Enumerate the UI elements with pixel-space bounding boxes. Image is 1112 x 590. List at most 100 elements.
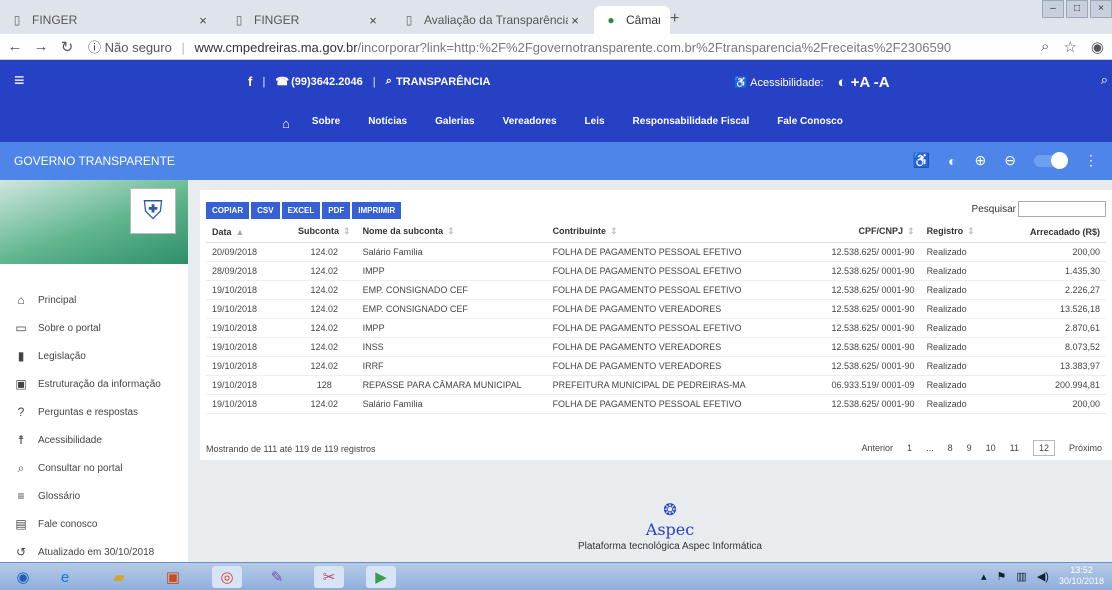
header-search-icon[interactable]: ⌕ xyxy=(1101,72,1108,88)
clock[interactable]: 13:52 30/10/2018 xyxy=(1059,565,1104,587)
table-info: Mostrando de 111 até 119 de 119 registro… xyxy=(206,444,376,454)
info-icon[interactable]: ⓘ xyxy=(88,40,101,55)
pdf-button[interactable]: PDF xyxy=(322,202,351,219)
page-button[interactable]: 9 xyxy=(967,443,972,453)
contrast-icon[interactable]: ◐ xyxy=(838,74,847,91)
browser-tab[interactable]: ▯ FINGER × xyxy=(222,6,390,34)
column-header[interactable]: Contribuinte ⇕ xyxy=(546,222,811,243)
nav-galerias[interactable]: Galerias xyxy=(435,116,474,131)
minimize-button[interactable]: – xyxy=(1042,0,1064,18)
table-row: 19/10/2018 124.02 IRRF FOLHA DE PAGAMENTO V… xyxy=(206,356,1106,376)
nav-leis[interactable]: Leis xyxy=(585,116,605,131)
maximize-button[interactable]: □ xyxy=(1066,0,1088,18)
more-icon[interactable]: ⋮ xyxy=(1084,152,1098,169)
star-icon[interactable]: ☆ xyxy=(1063,38,1076,56)
sidebar-item-acessibilidade[interactable]: ☨ Acessibilidade xyxy=(0,426,188,454)
copy-button[interactable]: COPIAR xyxy=(206,202,250,219)
office-icon[interactable]: ▣ xyxy=(158,566,188,588)
csv-button[interactable]: CSV xyxy=(251,202,280,219)
print-button[interactable]: IMPRIMIR xyxy=(352,202,402,219)
next-page-button[interactable]: Próximo xyxy=(1069,443,1102,453)
snipping-icon[interactable]: ✂ xyxy=(314,566,344,588)
contrast-icon[interactable]: ◐ xyxy=(948,153,956,169)
browser-tab[interactable]: ▯ FINGER × xyxy=(0,6,220,34)
page-button[interactable]: 8 xyxy=(948,443,953,453)
nav-noticias[interactable]: Notícias xyxy=(368,116,407,131)
sidebar-item-glossario[interactable]: ≡ Glossário xyxy=(0,482,188,510)
sidebar-item-sobre-o-portal[interactable]: ▭ Sobre o portal xyxy=(0,314,188,342)
new-tab-button[interactable]: + xyxy=(670,10,679,28)
back-icon[interactable]: ← xyxy=(4,38,26,55)
zoom-in-icon[interactable]: ⊕ xyxy=(975,152,987,169)
cell-subaccount: 124.02 xyxy=(292,299,357,319)
folder-icon[interactable]: ▰ xyxy=(104,566,134,588)
browser-tab[interactable]: ▯ Avaliação da Transparência dos / × xyxy=(392,6,592,34)
cell-amount: 13.383,97 xyxy=(996,356,1106,376)
column-header[interactable]: Arrecadado (R$) xyxy=(996,222,1106,243)
page-button[interactable]: 11 xyxy=(1010,443,1019,453)
close-icon[interactable]: × xyxy=(366,13,380,28)
nav-vereadores[interactable]: Vereadores xyxy=(503,116,557,131)
column-header[interactable]: Nome da subconta ⇕ xyxy=(356,222,547,243)
close-icon[interactable]: × xyxy=(196,13,210,28)
nav-responsabilidade-fiscal[interactable]: Responsabilidade Fiscal xyxy=(633,116,750,131)
transparency-tools: ♿ ◐ ⊕ ⊖ ⋮ xyxy=(913,151,1098,169)
chat-icon: ▤ xyxy=(15,517,27,531)
cell-subaccount: 124.02 xyxy=(292,280,357,300)
sort-icon: ⇕ xyxy=(343,226,351,237)
chrome-icon[interactable]: ◎ xyxy=(212,566,242,588)
cell-cpf-cnpj: 06.933.519/ 0001-09 xyxy=(810,375,921,395)
zoom-icon[interactable]: ⌕ xyxy=(1041,38,1049,56)
search-icon: ⌕ xyxy=(385,75,392,87)
volume-icon[interactable]: ◀) xyxy=(1037,570,1049,583)
column-header[interactable]: Data ▲ xyxy=(206,222,292,243)
excel-button[interactable]: EXCEL xyxy=(281,202,321,219)
folder-icon: ▭ xyxy=(15,321,27,335)
app-icon[interactable]: ▶ xyxy=(366,566,396,588)
zoom-out-icon[interactable]: ⊖ xyxy=(1004,152,1016,169)
page-icon: ▯ xyxy=(235,13,243,27)
home-icon[interactable]: ⌂ xyxy=(282,116,290,131)
column-label: Nome da subconta xyxy=(362,226,444,237)
transparency-link[interactable]: TRANSPARÊNCIA xyxy=(396,76,491,88)
forward-icon[interactable]: → xyxy=(30,38,52,55)
facebook-icon[interactable]: f xyxy=(248,74,252,89)
menu-icon[interactable]: ≡ xyxy=(14,70,25,91)
nav-fale-conosco[interactable]: Fale Conosco xyxy=(777,116,843,131)
sidebar-item-consultar[interactable]: ⌕ Consultar no portal xyxy=(0,454,188,482)
account-icon[interactable]: ◉ xyxy=(1091,38,1104,56)
paint-icon[interactable]: ✎ xyxy=(262,566,292,588)
close-window-button[interactable]: × xyxy=(1090,0,1112,18)
internet-explorer-icon[interactable]: e xyxy=(50,566,80,588)
reload-icon[interactable]: ↻ xyxy=(56,38,78,56)
search-input[interactable] xyxy=(1018,201,1106,217)
sidebar-item-fale-conosco[interactable]: ▤ Fale conosco xyxy=(0,510,188,538)
page-button[interactable]: 10 xyxy=(986,443,996,453)
table-row: 28/09/2018 124.02 IMPP FOLHA DE PAGAMENTO P… xyxy=(206,261,1106,281)
sidebar-item-estruturacao[interactable]: ▣ Estruturação da informação xyxy=(0,370,188,398)
wheelchair-icon[interactable]: ♿ xyxy=(913,152,930,169)
sidebar-item-principal[interactable]: ⌂ Principal xyxy=(0,286,188,314)
column-header[interactable]: CPF/CNPJ ⇕ xyxy=(810,222,921,243)
url-field[interactable]: ⓘ Não seguro | www.cmpedreiras.ma.gov.br… xyxy=(88,37,951,56)
prev-page-button[interactable]: Anterior xyxy=(862,443,894,453)
column-header[interactable]: Subconta ⇕ xyxy=(292,222,357,243)
close-icon[interactable]: × xyxy=(568,13,582,28)
start-icon[interactable]: ◉ xyxy=(8,566,38,588)
page-button[interactable]: 1 xyxy=(907,443,912,453)
current-page-button[interactable]: 12 xyxy=(1032,440,1055,456)
column-label: Registro xyxy=(926,226,964,237)
sidebar-item-perguntas[interactable]: ? Perguntas e respostas xyxy=(0,398,188,426)
network-icon[interactable]: ▥ xyxy=(1016,570,1026,583)
flag-icon[interactable]: ⚑ xyxy=(997,570,1007,583)
cell-amount: 2.226,27 xyxy=(996,280,1106,300)
cell-subaccount-name: INSS xyxy=(356,337,547,357)
theme-toggle[interactable] xyxy=(1034,151,1068,169)
browser-tab-current[interactable]: ● Câmara Municipal de Pedreiras xyxy=(594,6,670,34)
nav-sobre[interactable]: Sobre xyxy=(312,116,340,131)
cell-amount: 2.870,61 xyxy=(996,318,1106,338)
tray-arrow-icon[interactable]: ▴ xyxy=(981,570,987,583)
sidebar-item-legislacao[interactable]: ▮ Legislação xyxy=(0,342,188,370)
column-header[interactable]: Registro ⇕ xyxy=(920,222,997,243)
font-size-controls[interactable]: +A -A xyxy=(851,74,890,91)
